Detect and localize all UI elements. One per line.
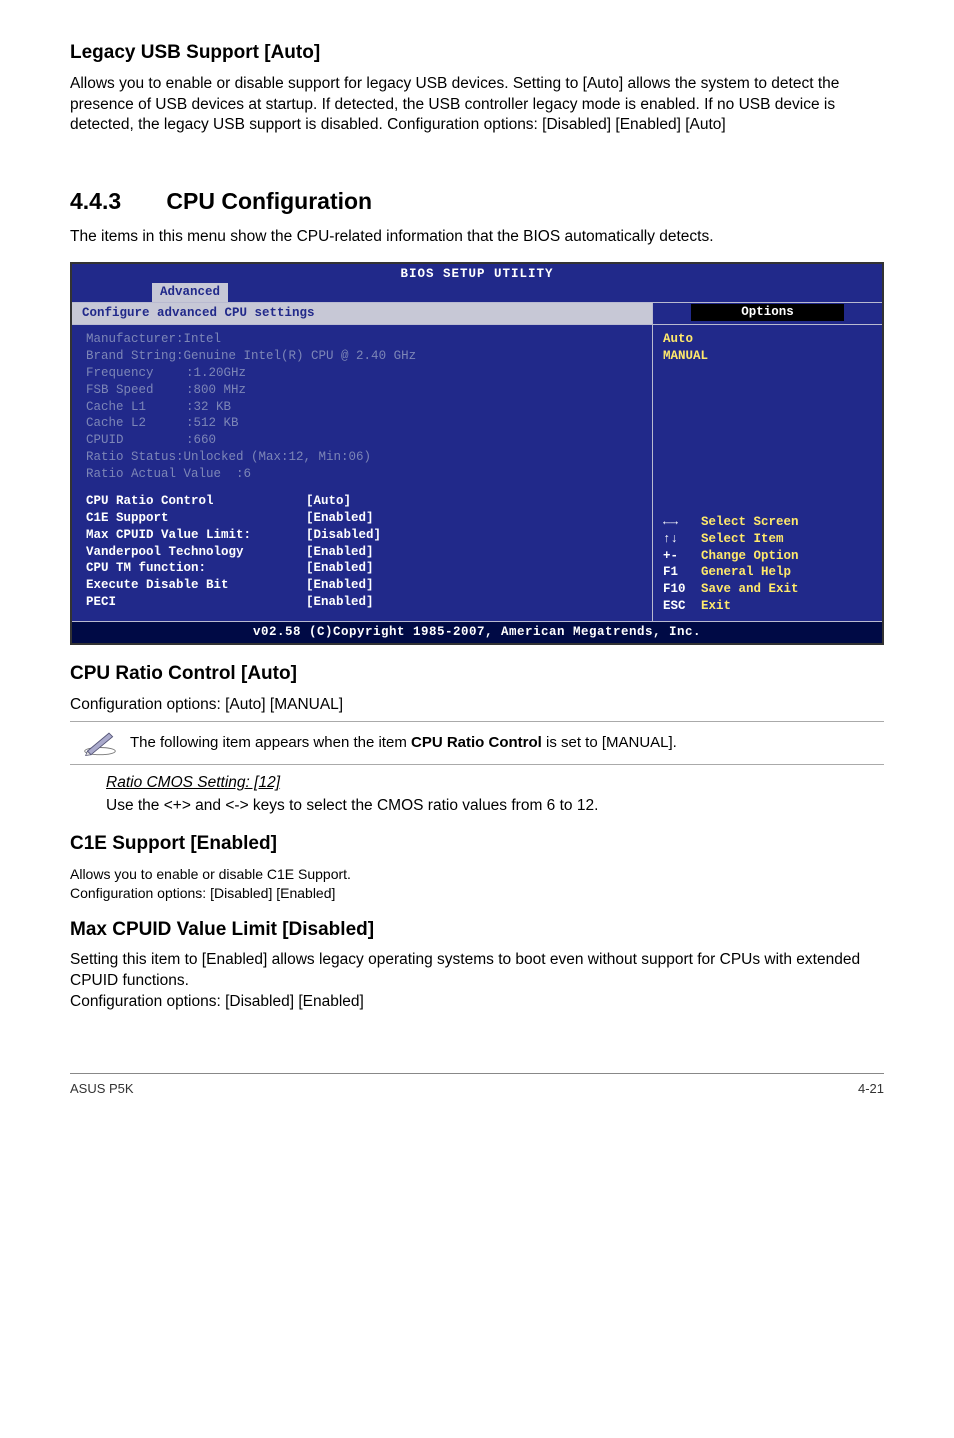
bios-items: CPU Ratio Control[Auto] C1E Support[Enab… [86, 493, 642, 611]
ratio-cmos-heading: Ratio CMOS Setting: [12] [106, 773, 884, 794]
maxcpuid-body2: Configuration options: [Disabled] [Enabl… [70, 992, 884, 1013]
freq-val: :1.20GHz [186, 366, 246, 380]
bios-right-header-wrap: Options [652, 303, 882, 324]
bios-item-row[interactable]: Vanderpool Technology[Enabled] [86, 544, 642, 561]
note-bold: CPU Ratio Control [411, 734, 542, 751]
brand-val: Genuine Intel(R) CPU @ 2.40 GHz [184, 349, 417, 363]
bios-nav-help: ←→Select Screen ↑↓Select Item +-Change O… [663, 514, 872, 615]
bios-left-panel: Manufacturer:Intel Brand String:Genuine … [72, 325, 652, 621]
bios-item-row[interactable]: C1E Support[Enabled] [86, 510, 642, 527]
ratio-cmos-body: Use the <+> and <-> keys to select the C… [106, 796, 884, 817]
manufacturer-label: Manufacturer: [86, 332, 184, 346]
option-auto[interactable]: Auto [663, 331, 872, 348]
nav-label: Select Item [701, 532, 784, 546]
section-title: CPU Configuration [166, 188, 372, 214]
cpuid-val: :660 [186, 433, 216, 447]
c1e-line2: Configuration options: [Disabled] [Enabl… [70, 884, 884, 903]
bios-info-block: Manufacturer:Intel Brand String:Genuine … [86, 331, 642, 483]
fsb-val: :800 MHz [186, 383, 246, 397]
bios-item-row[interactable]: CPU Ratio Control[Auto] [86, 493, 642, 510]
bios-item-row[interactable]: CPU TM function:[Enabled] [86, 560, 642, 577]
footer-left: ASUS P5K [70, 1080, 134, 1098]
footer-right: 4-21 [858, 1080, 884, 1098]
section-number: 4.4.3 [70, 186, 160, 217]
freq-label: Frequency [86, 365, 186, 382]
note-text: The following item appears when the item… [130, 733, 884, 753]
nav-key-lr-icon: ←→ [663, 514, 701, 531]
bios-item-row[interactable]: Max CPUID Value Limit:[Disabled] [86, 527, 642, 544]
bios-item-row[interactable]: Execute Disable Bit[Enabled] [86, 577, 642, 594]
maxcpuid-heading: Max CPUID Value Limit [Disabled] [70, 917, 884, 943]
nav-label: Change Option [701, 549, 799, 563]
l2-val: :512 KB [186, 416, 239, 430]
bios-tab-row: Advanced [72, 283, 882, 302]
nav-key-ud-icon: ↑↓ [663, 531, 701, 548]
cpu-ratio-body: Configuration options: [Auto] [MANUAL] [70, 695, 884, 716]
l1-label: Cache L1 [86, 399, 186, 416]
nav-key: F1 [663, 564, 701, 581]
bios-title: BIOS SETUP UTILITY [72, 264, 882, 283]
bios-right-panel: Auto MANUAL ←→Select Screen ↑↓Select Ite… [652, 325, 882, 621]
nav-label: General Help [701, 565, 791, 579]
cpu-config-heading: 4.4.3 CPU Configuration [70, 186, 884, 217]
maxcpuid-body1: Setting this item to [Enabled] allows le… [70, 950, 884, 992]
bios-right-header: Options [691, 304, 844, 321]
c1e-heading: C1E Support [Enabled] [70, 831, 884, 857]
note-box: The following item appears when the item… [70, 721, 884, 765]
bios-setup-utility: BIOS SETUP UTILITY Advanced Configure ad… [70, 262, 884, 645]
bios-copyright: v02.58 (C)Copyright 1985-2007, American … [72, 621, 882, 643]
nav-key: F10 [663, 581, 701, 598]
nav-key: +- [663, 548, 701, 565]
bios-left-header: Configure advanced CPU settings [72, 303, 652, 324]
legacy-usb-body: Allows you to enable or disable support … [70, 74, 884, 137]
legacy-usb-heading: Legacy USB Support [Auto] [70, 40, 884, 66]
bios-header-row: Configure advanced CPU settings Options [72, 302, 882, 325]
l2-label: Cache L2 [86, 415, 186, 432]
ratio-actual: Ratio Actual Value :6 [86, 466, 642, 483]
manufacturer-val: Intel [184, 332, 222, 346]
cpuid-label: CPUID [86, 432, 186, 449]
nav-label: Exit [701, 599, 731, 613]
cpu-ratio-heading: CPU Ratio Control [Auto] [70, 661, 884, 687]
bios-body: Manufacturer:Intel Brand String:Genuine … [72, 325, 882, 621]
nav-label: Save and Exit [701, 582, 799, 596]
bios-item-row[interactable]: PECI[Enabled] [86, 594, 642, 611]
ratio-status: Ratio Status:Unlocked (Max:12, Min:06) [86, 449, 642, 466]
brand-label: Brand String: [86, 349, 184, 363]
note-pre: The following item appears when the item [130, 734, 411, 751]
l1-val: :32 KB [186, 400, 231, 414]
pencil-icon [70, 728, 130, 758]
cpu-config-body: The items in this menu show the CPU-rela… [70, 227, 884, 248]
c1e-line1: Allows you to enable or disable C1E Supp… [70, 865, 884, 884]
fsb-label: FSB Speed [86, 382, 186, 399]
page-footer: ASUS P5K 4-21 [70, 1073, 884, 1098]
bios-tab-advanced[interactable]: Advanced [152, 283, 228, 302]
bios-options: Auto MANUAL [663, 331, 872, 365]
option-manual[interactable]: MANUAL [663, 348, 872, 365]
note-post: is set to [MANUAL]. [542, 734, 677, 751]
nav-key: ESC [663, 598, 701, 615]
nav-label: Select Screen [701, 515, 799, 529]
